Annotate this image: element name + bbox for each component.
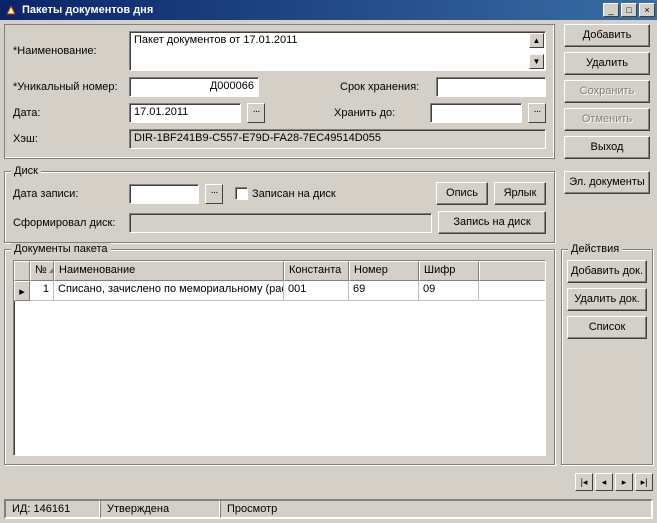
inventory-button[interactable]: Опись [436,182,488,205]
col-const[interactable]: Константа [284,261,349,281]
col-n[interactable]: № [30,261,54,281]
actions-fieldset: Действия Добавить док. Удалить док. Спис… [561,249,653,465]
cell-code: 09 [419,281,479,301]
app-icon [4,3,18,17]
nav-last-button[interactable]: ▸| [635,473,653,491]
store-until-label: Хранить до: [334,107,424,119]
col-name[interactable]: Наименование [54,261,284,281]
nav-buttons: |◂ ◂ ▸ ▸| [4,471,653,493]
store-until-picker-button[interactable]: ··· [528,103,546,123]
maximize-button[interactable]: □ [621,3,637,17]
date-input[interactable]: 17.01.2011 [129,103,241,123]
col-spacer [479,261,545,281]
statusbar: ИД: 146161 Утверждена Просмотр [4,499,653,519]
store-until-input[interactable] [430,103,522,123]
status-id: ИД: 146161 [5,500,100,518]
cell-name: Списано, зачислено по мемориальному (рас… [54,281,284,301]
minimize-button[interactable]: _ [603,3,619,17]
nav-next-button[interactable]: ▸ [615,473,633,491]
docs-grid[interactable]: № Наименование Константа Номер Шифр ▸ 1 … [13,260,546,456]
write-disc-button[interactable]: Запись на диск [438,211,546,234]
docs-fieldset: Документы пакета № Наименование Констант… [4,249,555,465]
row-indicator-icon: ▸ [14,281,30,301]
cell-num: 69 [349,281,419,301]
docs-legend: Документы пакета [11,243,111,255]
rec-date-picker-button[interactable]: ··· [205,184,223,204]
hash-label: Хэш: [13,133,123,145]
uid-label: *Уникальный номер: [13,81,123,93]
titlebar: Пакеты документов дня _ □ × [0,0,657,20]
header-panel: *Наименование: Пакет документов от 17.01… [4,24,555,159]
formed-input [129,213,432,233]
list-button[interactable]: Список [567,316,647,339]
rec-date-input[interactable] [129,184,199,204]
written-checkbox[interactable] [235,187,248,200]
disc-legend: Диск [11,165,41,177]
save-button[interactable]: Сохранить [564,80,650,103]
nav-first-button[interactable]: |◂ [575,473,593,491]
nav-prev-button[interactable]: ◂ [595,473,613,491]
disc-fieldset: Диск Дата записи: ··· Записан на диск Оп… [4,171,555,243]
cell-spacer [479,281,545,301]
rec-date-label: Дата записи: [13,188,123,200]
name-value: Пакет документов от 17.01.2011 [134,34,298,46]
label-button[interactable]: Ярлык [494,182,546,205]
add-button[interactable]: Добавить [564,24,650,47]
cell-const: 001 [284,281,349,301]
scroll-down-icon[interactable]: ▼ [529,54,544,69]
window-title: Пакеты документов дня [22,4,603,16]
status-mode: Просмотр [220,500,652,518]
formed-label: Сформировал диск: [13,217,123,229]
name-label: *Наименование: [13,45,123,57]
uid-input[interactable]: Д000066 [129,77,259,97]
col-rowhead[interactable] [14,261,30,281]
name-input[interactable]: Пакет документов от 17.01.2011 ▲ ▼ [129,31,546,71]
written-label: Записан на диск [252,188,336,200]
retention-input[interactable] [436,77,546,97]
delete-button[interactable]: Удалить [564,52,650,75]
hash-input: DIR-1BF241B9-C557-E79D-FA28-7EC49514D055 [129,129,546,149]
date-picker-button[interactable]: ··· [247,103,265,123]
edocs-button[interactable]: Эл. документы [564,171,650,194]
main-buttons: Добавить Удалить Сохранить Отменить Выхо… [561,24,653,159]
exit-button[interactable]: Выход [564,136,650,159]
retention-label: Срок хранения: [340,81,430,93]
add-doc-button[interactable]: Добавить док. [567,260,647,283]
date-label: Дата: [13,107,123,119]
actions-legend: Действия [568,243,622,255]
col-code[interactable]: Шифр [419,261,479,281]
cell-n: 1 [30,281,54,301]
cancel-button[interactable]: Отменить [564,108,650,131]
close-button[interactable]: × [639,3,655,17]
scroll-up-icon[interactable]: ▲ [529,33,544,48]
written-checkbox-wrap[interactable]: Записан на диск [235,187,336,200]
col-num[interactable]: Номер [349,261,419,281]
status-state: Утверждена [100,500,220,518]
table-row[interactable]: ▸ 1 Списано, зачислено по мемориальному … [14,281,545,301]
del-doc-button[interactable]: Удалить док. [567,288,647,311]
